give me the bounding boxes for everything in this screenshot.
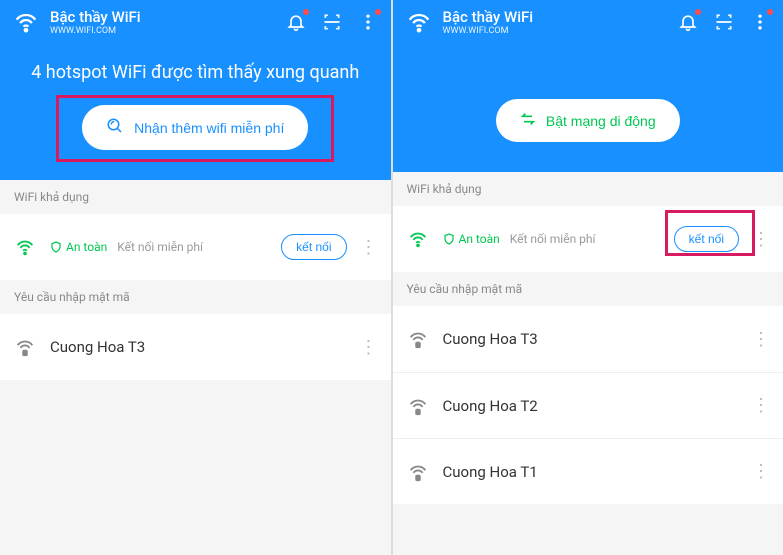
section-available-label: WiFi khả dụng: [0, 180, 391, 214]
available-list: An toàn Kết nối miễn phí kết nối ⋮: [393, 206, 783, 272]
available-list: An toàn Kết nối miễn phí kết nối ⋮: [0, 214, 391, 280]
wifi-row[interactable]: An toàn Kết nối miễn phí kết nối ⋮: [0, 214, 391, 280]
row-more-icon[interactable]: ⋮: [751, 461, 771, 482]
bell-icon[interactable]: [677, 11, 699, 33]
section-password-label: Yêu cầu nhập mật mã: [393, 272, 783, 306]
wifi-meta: An toàn Kết nối miễn phí: [50, 240, 269, 254]
password-list: Cuong Hoa T3 ⋮ Cuong Hoa T2 ⋮ Cuong Hoa …: [393, 306, 783, 504]
wifi-info: An toàn Kết nối miễn phí: [50, 240, 269, 254]
row-more-icon[interactable]: ⋮: [751, 329, 771, 350]
wifi-name: Cuong Hoa T3: [50, 338, 347, 356]
row-more-icon[interactable]: ⋮: [751, 395, 771, 416]
app-title: Bậc thầy WiFi: [50, 8, 275, 26]
wifi-name: Cuong Hoa T3: [443, 330, 740, 348]
wifi-info: Cuong Hoa T3: [50, 338, 347, 356]
hero: Bật mạng di động: [393, 44, 783, 172]
hero: 4 hotspot WiFi được tìm thấy xung quanh …: [0, 44, 391, 180]
wifi-lock-icon: [405, 395, 431, 417]
more-icon[interactable]: [357, 11, 379, 33]
shield-icon: [50, 241, 62, 253]
bell-icon[interactable]: [285, 11, 307, 33]
section-available-label: WiFi khả dụng: [393, 172, 783, 206]
app-title: Bậc thầy WiFi: [443, 8, 668, 26]
header-actions: [677, 11, 771, 33]
wifi-lock-icon: [405, 461, 431, 483]
wifi-lock-icon: [12, 336, 38, 358]
hero-title: 4 hotspot WiFi được tìm thấy xung quanh: [12, 62, 379, 83]
title-block: Bậc thầy WiFi WWW.WIFI.COM: [50, 8, 275, 36]
wifi-signal-icon: [12, 236, 38, 258]
app-logo-icon: [405, 8, 433, 36]
wifi-meta: An toàn Kết nối miễn phí: [443, 232, 662, 246]
safe-badge: An toàn: [50, 240, 107, 254]
wifi-row[interactable]: Cuong Hoa T1 ⋮: [393, 438, 783, 504]
app-subtitle: WWW.WIFI.COM: [50, 26, 275, 36]
highlight-box: [665, 210, 755, 256]
swap-icon: [520, 111, 536, 130]
notification-dot: [375, 9, 381, 15]
more-icon[interactable]: [749, 11, 771, 33]
wifi-row[interactable]: An toàn Kết nối miễn phí kết nối ⋮: [393, 206, 783, 272]
cta-wrap: Nhận thêm wifi miễn phí: [82, 105, 308, 150]
app-logo-icon: [12, 8, 40, 36]
panel-left: Bậc thầy WiFi WWW.WIFI.COM 4 hotspot WiF…: [0, 0, 393, 555]
title-block: Bậc thầy WiFi WWW.WIFI.COM: [443, 8, 668, 36]
free-label: Kết nối miễn phí: [117, 240, 203, 254]
wifi-info: An toàn Kết nối miễn phí: [443, 232, 662, 246]
cta-wrap: Bật mạng di động: [496, 99, 680, 142]
header: Bậc thầy WiFi WWW.WIFI.COM: [393, 0, 783, 44]
shield-icon: [443, 233, 455, 245]
notification-dot: [303, 9, 309, 15]
highlight-box: [56, 95, 334, 162]
header: Bậc thầy WiFi WWW.WIFI.COM: [0, 0, 391, 44]
wifi-row[interactable]: Cuong Hoa T2 ⋮: [393, 372, 783, 438]
enable-mobile-data-button[interactable]: Bật mạng di động: [496, 99, 680, 142]
section-password-label: Yêu cầu nhập mật mã: [0, 280, 391, 314]
row-more-icon[interactable]: ⋮: [359, 237, 379, 258]
free-label: Kết nối miễn phí: [510, 232, 596, 246]
wifi-lock-icon: [405, 328, 431, 350]
wifi-row[interactable]: Cuong Hoa T3 ⋮: [393, 306, 783, 372]
connect-button[interactable]: kết nối: [281, 234, 346, 260]
row-more-icon[interactable]: ⋮: [359, 337, 379, 358]
notification-dot: [695, 9, 701, 15]
safe-badge: An toàn: [443, 232, 500, 246]
password-list: Cuong Hoa T3 ⋮: [0, 314, 391, 380]
scan-icon[interactable]: [713, 11, 735, 33]
panel-right: Bậc thầy WiFi WWW.WIFI.COM: [393, 0, 783, 555]
scan-icon[interactable]: [321, 11, 343, 33]
header-actions: [285, 11, 379, 33]
wifi-name: Cuong Hoa T2: [443, 397, 740, 415]
wifi-row[interactable]: Cuong Hoa T3 ⋮: [0, 314, 391, 380]
notification-dot: [767, 9, 773, 15]
wifi-signal-icon: [405, 228, 431, 250]
app-subtitle: WWW.WIFI.COM: [443, 26, 668, 36]
wifi-name: Cuong Hoa T1: [443, 463, 740, 481]
cta-label: Bật mạng di động: [546, 113, 656, 129]
